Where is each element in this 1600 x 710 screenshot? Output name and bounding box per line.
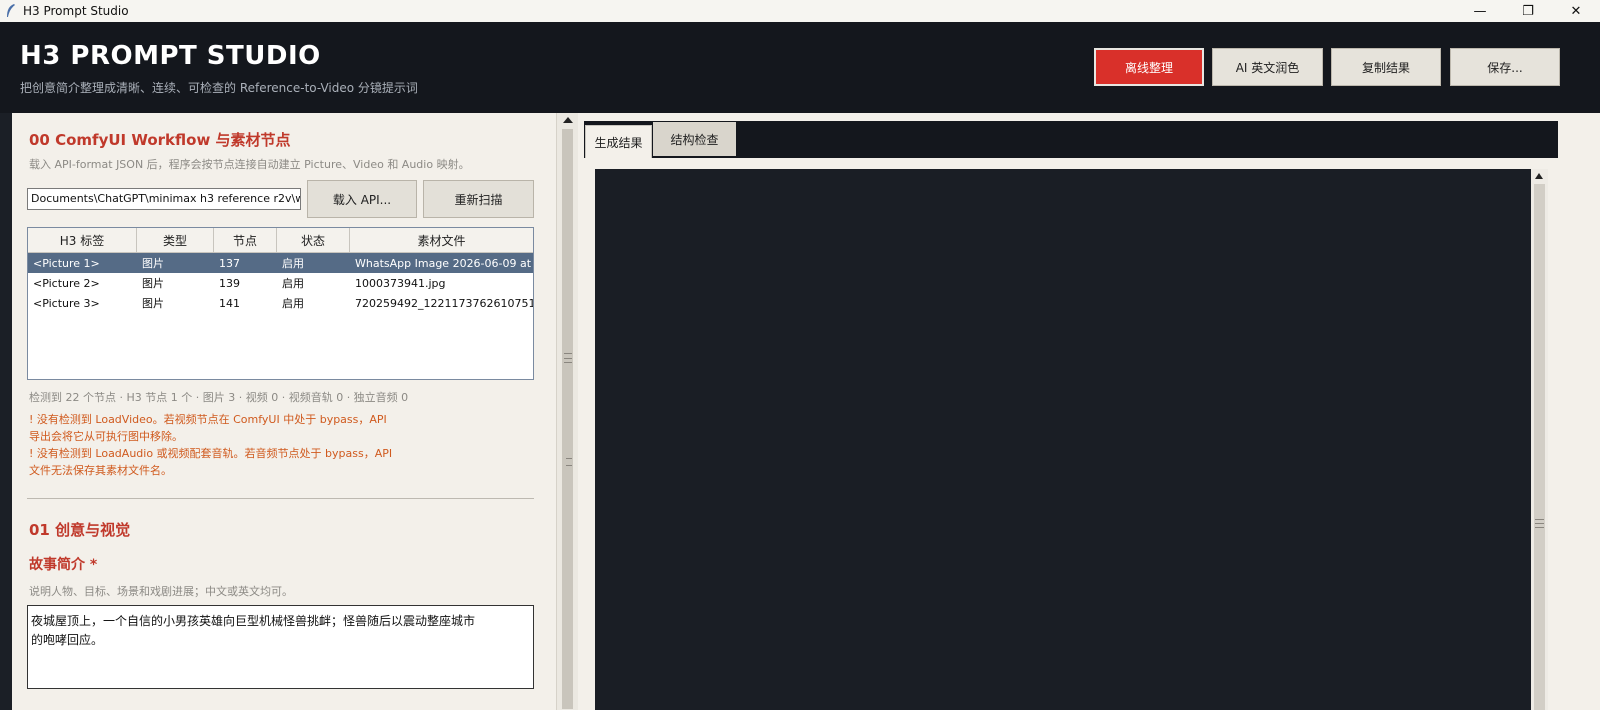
left-panel-scrollbar[interactable] (556, 113, 578, 710)
cell-type: 图片 (142, 297, 164, 310)
app-header: H3 PROMPT STUDIO 把创意简介整理成清晰、连续、可检查的 Refe… (0, 22, 1600, 113)
cell-node: 141 (219, 296, 240, 310)
tab-structure-check[interactable]: 结构检查 (653, 122, 736, 156)
restore-button[interactable]: ❐ (1504, 0, 1552, 22)
window-title: H3 Prompt Studio (23, 4, 129, 18)
warning-loadvideo: ! 没有检测到 LoadVideo。若视频节点在 ComfyUI 中处于 byp… (29, 411, 387, 445)
cell-file: WhatsApp Image 2026-06-09 at (355, 256, 532, 270)
asset-node-table: H3 标签 类型 节点 状态 素材文件 <Picture 1> 图片 137 启… (27, 227, 534, 380)
table-row[interactable]: <Picture 2> 图片 139 启用 1000373941.jpg (28, 273, 533, 293)
story-hint: 说明人物、目标、场景和戏剧进展；中文或英文均可。 (29, 585, 293, 598)
copy-result-button[interactable]: 复制结果 (1331, 48, 1441, 86)
scrollbar-thumb[interactable] (562, 129, 573, 709)
cell-tag: <Picture 1> (33, 256, 100, 270)
pane-sash-grip-icon[interactable] (566, 458, 572, 466)
creative-section-title: 01 创意与视觉 (29, 521, 131, 539)
column-header-status[interactable]: 状态 (277, 228, 350, 252)
cell-status: 启用 (282, 297, 304, 310)
cell-status: 启用 (282, 257, 304, 270)
cell-tag: <Picture 3> (33, 296, 100, 310)
load-api-button[interactable]: 载入 API... (307, 180, 417, 218)
result-scrollbar[interactable] (1531, 169, 1548, 710)
offline-organize-button[interactable]: 离线整理 (1094, 48, 1204, 86)
table-header: H3 标签 类型 节点 状态 素材文件 (28, 228, 533, 253)
scrollbar-grip-icon (1535, 519, 1544, 528)
result-text-area[interactable] (595, 169, 1531, 710)
cell-type: 图片 (142, 277, 164, 290)
story-text-line: 的咆哮回应。 (31, 633, 104, 647)
story-text-line: 夜城屋顶上，一个自信的小男孩英雄向巨型机械怪兽挑衅；怪兽随后以震动整座城市 (31, 614, 476, 628)
save-button[interactable]: 保存... (1450, 48, 1560, 86)
tab-generated-result[interactable]: 生成结果 (585, 125, 652, 158)
node-stats: 检测到 22 个节点 · H3 节点 1 个 · 图片 3 · 视频 0 · 视… (29, 391, 409, 404)
minimize-button[interactable]: — (1456, 0, 1504, 22)
scroll-up-arrow-icon[interactable] (563, 117, 573, 123)
ai-polish-button[interactable]: AI 英文润色 (1212, 48, 1323, 86)
warning-line: 文件无法保存其素材文件名。 (29, 464, 172, 477)
workflow-section-title: 00 ComfyUI Workflow 与素材节点 (29, 131, 291, 149)
window-titlebar: H3 Prompt Studio — ❐ ✕ (0, 0, 1600, 22)
scrollbar-thumb[interactable] (1534, 184, 1545, 710)
column-header-type[interactable]: 类型 (137, 228, 214, 252)
app-heading: H3 PROMPT STUDIO (20, 41, 321, 71)
feather-icon (7, 4, 15, 17)
workflow-path-input[interactable]: Documents\ChatGPT\minimax h3 reference r… (27, 188, 301, 210)
column-header-node[interactable]: 节点 (214, 228, 277, 252)
story-textarea[interactable]: 夜城屋顶上，一个自信的小男孩英雄向巨型机械怪兽挑衅；怪兽随后以震动整座城市 的咆… (27, 605, 534, 689)
cell-type: 图片 (142, 257, 164, 270)
section-divider (27, 498, 534, 499)
cell-node: 139 (219, 276, 240, 290)
warning-line: 导出会将它从可执行图中移除。 (29, 430, 183, 443)
input-panel: 00 ComfyUI Workflow 与素材节点 载入 API-format … (12, 113, 556, 710)
cell-node: 137 (219, 256, 240, 270)
app-subtitle: 把创意简介整理成清晰、连续、可检查的 Reference-to-Video 分镜… (20, 81, 418, 95)
warning-line: ! 没有检测到 LoadAudio 或视频配套音轨。若音频节点处于 bypass… (29, 447, 393, 460)
warning-line: ! 没有检测到 LoadVideo。若视频节点在 ComfyUI 中处于 byp… (29, 413, 387, 426)
output-panel: 生成结果 结构检查 (578, 113, 1600, 710)
column-header-file[interactable]: 素材文件 (350, 228, 533, 252)
table-row[interactable]: <Picture 1> 图片 137 启用 WhatsApp Image 202… (28, 253, 533, 273)
story-label: 故事简介 * (29, 557, 98, 573)
scroll-up-arrow-icon[interactable] (1535, 173, 1543, 179)
rescan-button[interactable]: 重新扫描 (423, 180, 534, 218)
warning-loadaudio: ! 没有检测到 LoadAudio 或视频配套音轨。若音频节点处于 bypass… (29, 445, 392, 479)
cell-tag: <Picture 2> (33, 276, 100, 290)
cell-status: 启用 (282, 277, 304, 290)
close-button[interactable]: ✕ (1552, 0, 1600, 22)
cell-file: 1000373941.jpg (355, 276, 446, 290)
table-row[interactable]: <Picture 3> 图片 141 启用 720259492_12211737… (28, 293, 533, 313)
column-header-tag[interactable]: H3 标签 (28, 228, 137, 252)
cell-file: 720259492_122117376261075158 (355, 296, 533, 310)
scrollbar-grip-icon (564, 353, 572, 363)
workflow-description: 载入 API-format JSON 后，程序会按节点连接自动建立 Pictur… (29, 158, 470, 171)
